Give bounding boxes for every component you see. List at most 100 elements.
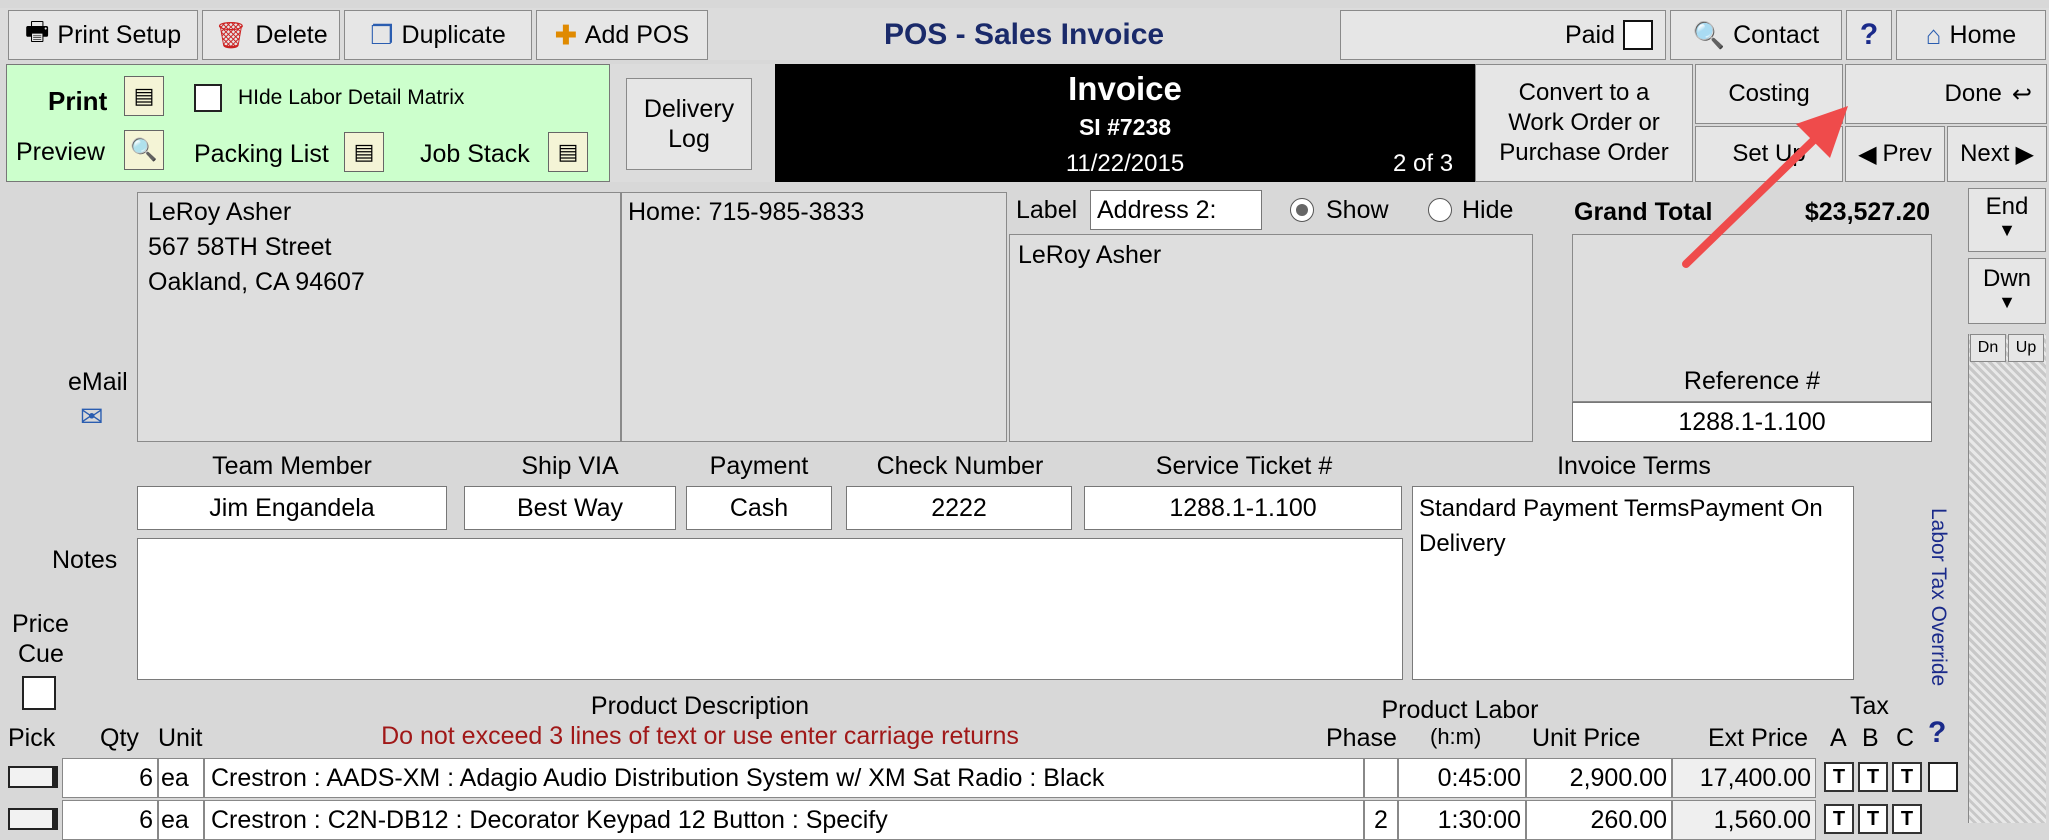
down-button[interactable]: Dwn ▼: [1968, 258, 2046, 324]
tax-c-header: C: [1896, 724, 1915, 752]
help-icon: ?: [1859, 18, 1879, 51]
notes-field[interactable]: [137, 538, 1403, 680]
customer-street: 567 58TH Street: [148, 233, 332, 261]
pick-pencil-icon[interactable]: [8, 808, 58, 830]
radio-dot: [1296, 204, 1308, 216]
home-button[interactable]: ⌂ Home: [1896, 10, 2046, 60]
next-button[interactable]: Next ▶: [1947, 126, 2047, 182]
tax-b-toggle[interactable]: T: [1858, 762, 1888, 792]
add-pos-button[interactable]: ✚ Add POS: [536, 10, 708, 60]
service-ticket-field[interactable]: 1288.1-1.100: [1084, 486, 1402, 530]
prev-button[interactable]: ◀ Prev: [1845, 126, 1945, 182]
show-radio[interactable]: [1290, 198, 1314, 222]
unit-price-cell[interactable]: 2,900.00: [1526, 758, 1672, 798]
price-cue-checkbox[interactable]: [22, 676, 56, 710]
phase-cell[interactable]: [1364, 758, 1398, 798]
customer-address-box[interactable]: [137, 192, 621, 442]
paid-checkbox[interactable]: [1623, 20, 1653, 50]
qty-header: Qty: [100, 724, 139, 752]
tax-a-toggle[interactable]: T: [1824, 762, 1854, 792]
customer-name: LeRoy Asher: [148, 198, 292, 226]
packing-list-icon[interactable]: ▤: [344, 132, 384, 172]
triangle-down-icon: ▼: [1998, 292, 2016, 312]
delete-button[interactable]: 🗑 Delete: [202, 10, 340, 60]
description-cell[interactable]: Crestron : AADS-XM : Adagio Audio Distri…: [204, 758, 1364, 798]
reference-label: Reference #: [1683, 367, 1821, 395]
print-icon[interactable]: ▤: [124, 76, 164, 116]
job-stack-label: Job Stack: [420, 140, 530, 168]
invoice-number: SI #7238: [1078, 114, 1172, 140]
contact-button[interactable]: 🔍 Contact: [1670, 10, 1842, 60]
ext-price-header: Ext Price: [1708, 724, 1809, 752]
payment-field[interactable]: Cash: [686, 486, 832, 530]
email-label: eMail: [68, 368, 128, 396]
packing-list-label: Packing List: [194, 140, 329, 168]
labor-tax-override-label: Labor Tax Override: [1927, 508, 1950, 687]
labor-tax-override-checkbox[interactable]: [1928, 762, 1958, 792]
invoice-terms-field[interactable]: Standard Payment TermsPayment On Deliver…: [1412, 486, 1854, 680]
unit-price-cell[interactable]: 260.00: [1526, 800, 1672, 840]
product-description-header: Product Description: [590, 692, 810, 720]
record-position: 2 of 3: [1393, 150, 1454, 177]
hide-labor-checkbox[interactable]: [194, 84, 222, 112]
pick-pencil-icon[interactable]: [8, 766, 58, 788]
preview-magnifier-icon[interactable]: 🔍: [124, 130, 164, 170]
job-stack-icon[interactable]: ▤: [548, 132, 588, 172]
hm-header: (h:m): [1430, 724, 1482, 749]
ship-label-field[interactable]: Address 2:: [1090, 190, 1262, 230]
ship-via-header: Ship VIA: [521, 452, 619, 480]
pick-header: Pick: [8, 724, 56, 752]
tax-a-toggle[interactable]: T: [1824, 804, 1854, 834]
up-button[interactable]: Up: [2008, 334, 2044, 362]
customer-city: Oakland, CA 94607: [148, 268, 365, 296]
side-scroll-track[interactable]: [1968, 334, 2046, 823]
ship-address-name: LeRoy Asher: [1018, 241, 1162, 269]
done-button[interactable]: Done ↩: [1845, 64, 2047, 124]
preview-label: Preview: [16, 138, 105, 166]
unit-header: Unit: [158, 724, 203, 752]
unit-cell[interactable]: ea: [158, 800, 204, 840]
tax-header: Tax: [1850, 692, 1889, 720]
invoice-heading: Invoice: [1068, 70, 1182, 107]
unit-cell[interactable]: ea: [158, 758, 204, 798]
qty-cell[interactable]: 6: [62, 758, 158, 798]
invoice-date: 11/22/2015: [1065, 150, 1185, 177]
triangle-right-icon: ▶: [2015, 140, 2034, 168]
description-cell[interactable]: Crestron : C2N-DB12 : Decorator Keypad 1…: [204, 800, 1364, 840]
phase-header: Phase: [1326, 724, 1397, 752]
ext-price-cell: 1,560.00: [1672, 800, 1816, 840]
hide-radio[interactable]: [1428, 198, 1452, 222]
duplicate-icon: ❐: [370, 19, 394, 50]
email-icon[interactable]: ✉: [80, 400, 116, 436]
price-cue-label-1: Price: [12, 610, 69, 638]
triangle-left-icon: ◀: [1858, 140, 1877, 168]
ship-via-field[interactable]: Best Way: [464, 486, 676, 530]
qty-cell[interactable]: 6: [62, 800, 158, 840]
payment-header: Payment: [709, 452, 809, 480]
phase-cell[interactable]: 2: [1364, 800, 1398, 840]
price-cue-label-2: Cue: [18, 640, 64, 668]
labor-cell[interactable]: 1:30:00: [1398, 800, 1526, 840]
tax-help-icon[interactable]: ?: [1928, 716, 1946, 750]
team-member-field[interactable]: Jim Engandela: [137, 486, 447, 530]
page-title: POS - Sales Invoice: [883, 18, 1165, 51]
convert-button[interactable]: Convert to a Work Order or Purchase Orde…: [1475, 64, 1693, 182]
dn-button[interactable]: Dn: [1970, 334, 2006, 362]
magnifier-icon: 🔍: [1692, 19, 1726, 50]
customer-phone-box[interactable]: [621, 192, 1007, 442]
team-member-header: Team Member: [212, 452, 372, 480]
service-ticket-header: Service Ticket #: [1155, 452, 1333, 480]
print-setup-button[interactable]: 🖶 Print Setup: [8, 10, 198, 60]
tax-c-toggle[interactable]: T: [1892, 804, 1922, 834]
tax-c-toggle[interactable]: T: [1892, 762, 1922, 792]
delivery-log-button[interactable]: Delivery Log: [626, 78, 752, 170]
tax-b-header: B: [1862, 724, 1879, 752]
check-number-field[interactable]: 2222: [846, 486, 1072, 530]
help-button[interactable]: ?: [1846, 10, 1892, 60]
reference-field[interactable]: 1288.1-1.100: [1572, 402, 1932, 442]
end-button[interactable]: End ▼: [1968, 188, 2046, 252]
labor-cell[interactable]: 0:45:00: [1398, 758, 1526, 798]
tax-b-toggle[interactable]: T: [1858, 804, 1888, 834]
duplicate-button[interactable]: ❐ Duplicate: [344, 10, 532, 60]
paid-toggle[interactable]: Paid: [1340, 10, 1666, 60]
